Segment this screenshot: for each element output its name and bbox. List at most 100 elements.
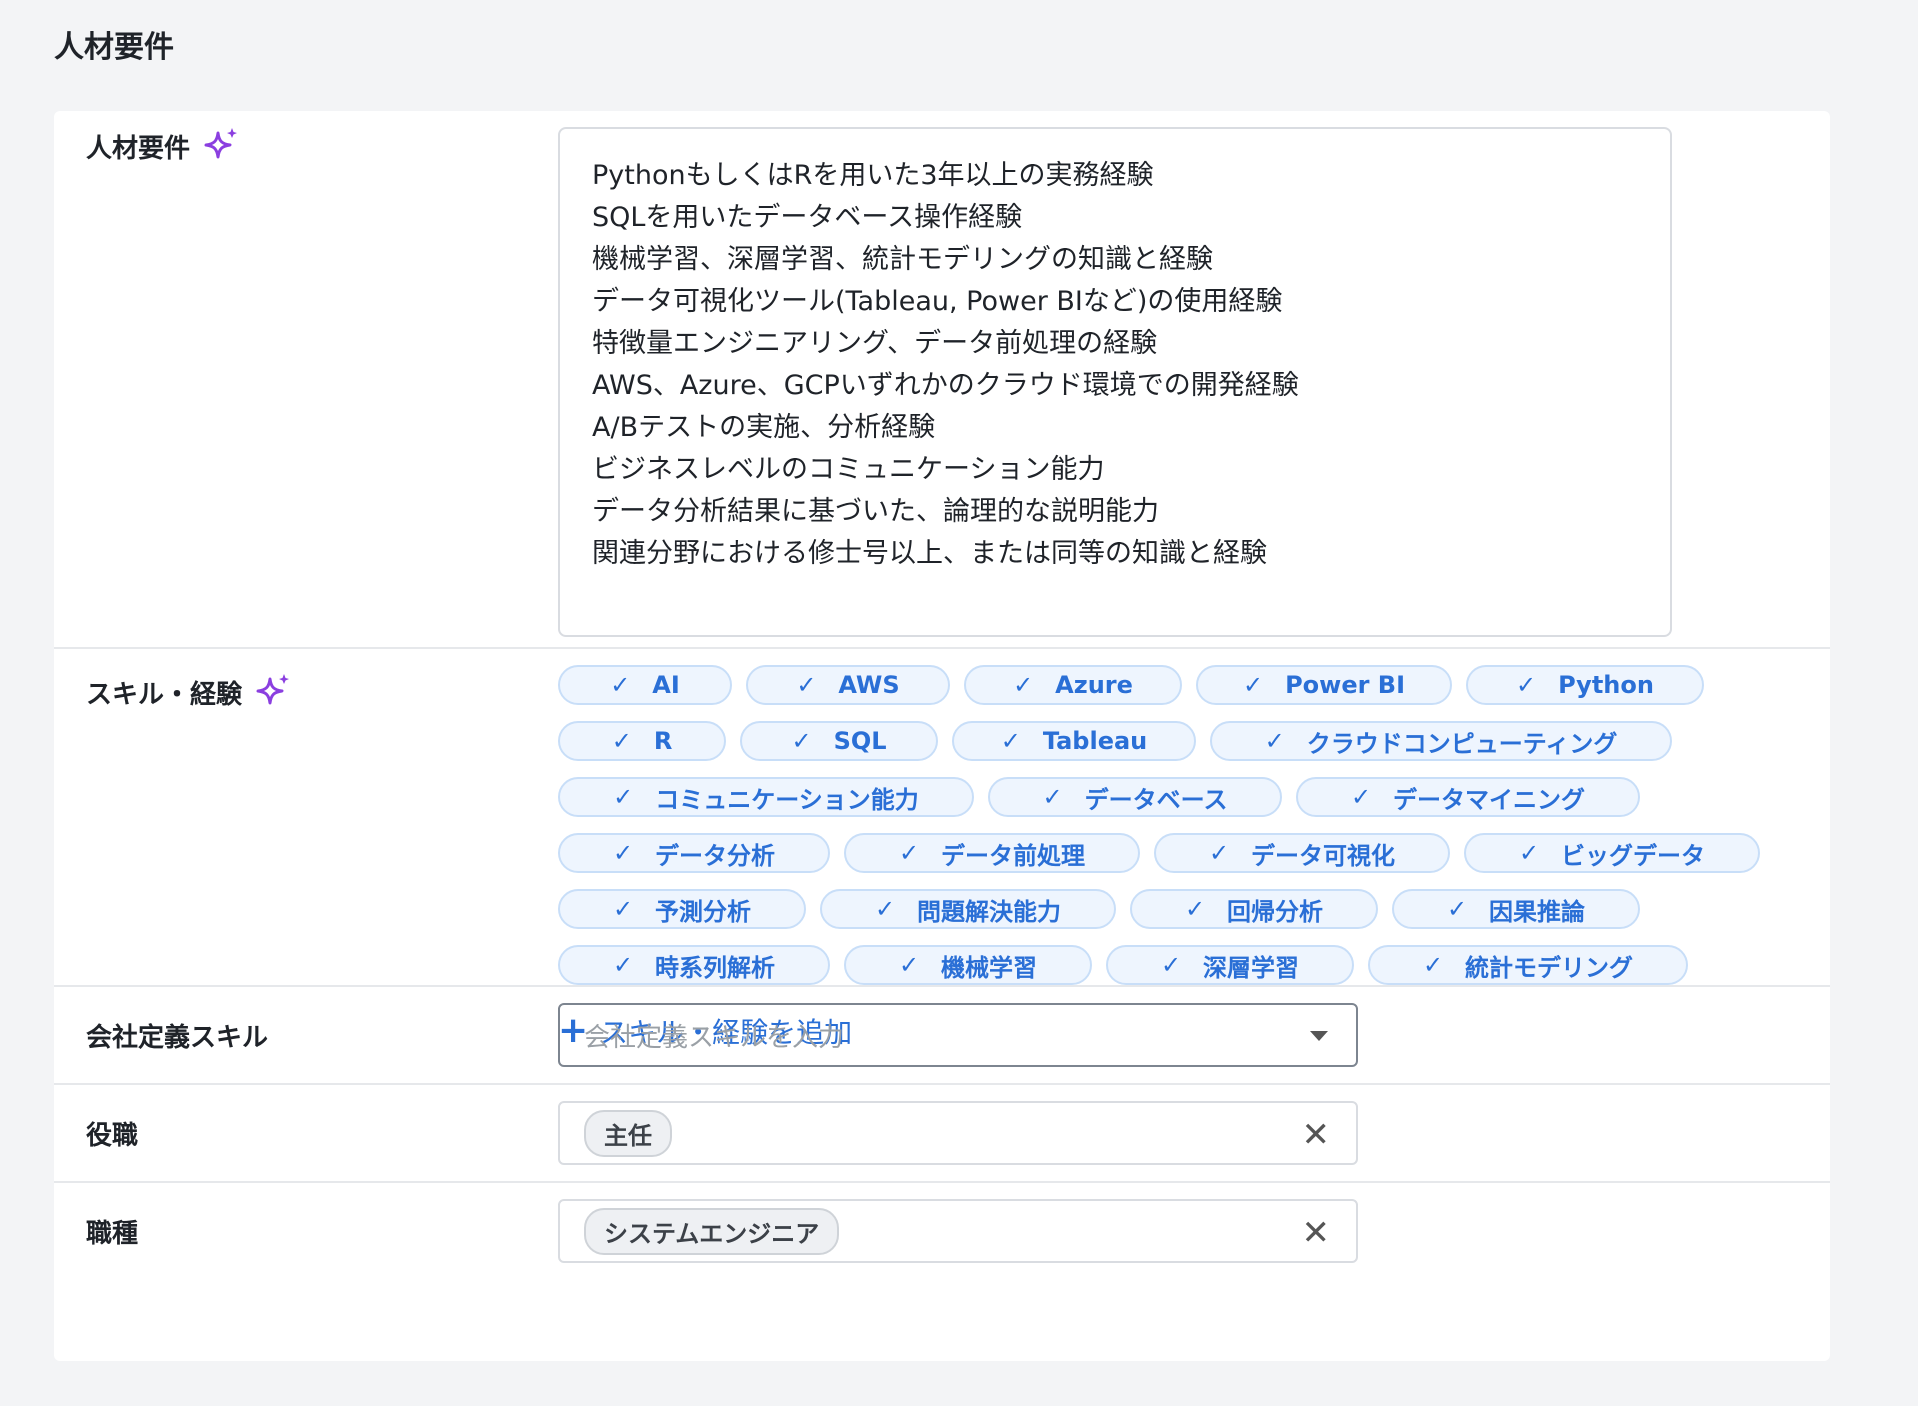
check-icon: ✓ <box>612 951 634 979</box>
skill-chip[interactable]: ✓ データ分析 <box>558 833 830 873</box>
skill-chip-label: 因果推論 <box>1489 897 1586 926</box>
requirement-line: 関連分野における修士号以上、または同等の知識と経験 <box>592 538 1267 569</box>
company-skill-label: 会社定義スキル <box>86 1023 269 1053</box>
job-type-row: 職種 システムエンジニア ✕ <box>54 1183 1830 1279</box>
check-icon: ✓ <box>1422 951 1444 979</box>
check-icon: ✓ <box>1000 727 1021 755</box>
skill-chip-label: 時系列解析 <box>655 953 776 982</box>
skill-chip-label: Azure <box>1055 671 1133 699</box>
skill-chip-label: AWS <box>838 671 900 699</box>
skill-chip-row: ✓ データ分析 ✓ データ前処理 ✓ データ可視化 ✓ ビッグデータ <box>558 833 1798 889</box>
skill-chip[interactable]: ✓ クラウドコンピューティング <box>1210 721 1672 761</box>
skill-chip-row: ✓ AI ✓ AWS ✓ Azure ✓ Power BI ✓ Python <box>558 665 1798 721</box>
check-icon: ✓ <box>1208 839 1230 867</box>
requirements-row: 人材要件 PythonもしくはRを用いた3年以上の実務経験 SQLを用いたデータベ… <box>54 111 1830 649</box>
check-icon: ✓ <box>1242 671 1264 699</box>
check-icon: ✓ <box>1446 895 1468 923</box>
check-icon: ✓ <box>612 839 634 867</box>
skill-chip-label: データ前処理 <box>941 841 1086 870</box>
check-icon: ✓ <box>1518 839 1540 867</box>
skill-chip[interactable]: ✓ ビッグデータ <box>1464 833 1760 873</box>
skill-chip[interactable]: ✓ R <box>558 721 726 761</box>
ai-sparkle-icon[interactable] <box>200 125 242 167</box>
skill-chip-label: R <box>653 727 673 755</box>
skill-chip[interactable]: ✓ Python <box>1466 665 1704 705</box>
position-row: 役職 主任 ✕ <box>54 1085 1830 1183</box>
skill-chip-row: ✓ 予測分析 ✓ 問題解決能力 ✓ 回帰分析 ✓ 因果推論 <box>558 889 1798 945</box>
position-tag: 主任 <box>584 1109 672 1157</box>
skill-chip[interactable]: ✓ AI <box>558 665 732 705</box>
check-icon: ✓ <box>898 839 920 867</box>
check-icon: ✓ <box>1264 727 1285 755</box>
requirements-label: 人材要件 <box>86 133 191 164</box>
check-icon: ✓ <box>610 671 631 699</box>
skill-chip[interactable]: ✓ 時系列解析 <box>558 945 830 985</box>
check-icon: ✓ <box>613 783 634 811</box>
skill-chip[interactable]: ✓ AWS <box>746 665 950 705</box>
skill-chip-label: Power BI <box>1285 671 1406 699</box>
skill-chip[interactable]: ✓ 予測分析 <box>558 889 806 929</box>
skill-chip[interactable]: ✓ Azure <box>964 665 1182 705</box>
requirement-line: 機械学習、深層学習、統計モデリングの知識と経験 <box>592 244 1213 275</box>
skill-chip-label: SQL <box>833 727 887 755</box>
requirements-card: 人材要件 PythonもしくはRを用いた3年以上の実務経験 SQLを用いたデータベ… <box>54 111 1830 1361</box>
page-title: 人材要件 <box>54 30 174 65</box>
skill-chip[interactable]: ✓ SQL <box>740 721 938 761</box>
requirements-textarea[interactable]: PythonもしくはRを用いた3年以上の実務経験 SQLを用いたデータベース操作経… <box>558 127 1672 637</box>
skill-chip-label: Python <box>1558 671 1654 699</box>
skill-chip[interactable]: ✓ 深層学習 <box>1106 945 1354 985</box>
skill-chip-label: 回帰分析 <box>1227 897 1324 926</box>
skill-chip-row: ✓ コミュニケーション能力 ✓ データベース ✓ データマイニング <box>558 777 1798 833</box>
skill-chip-label: 機械学習 <box>941 953 1038 982</box>
check-icon: ✓ <box>1350 783 1372 811</box>
check-icon: ✓ <box>611 727 632 755</box>
skill-chip[interactable]: ✓ 問題解決能力 <box>820 889 1116 929</box>
skill-chip[interactable]: ✓ データマイニング <box>1296 777 1640 817</box>
requirement-line: データ可視化ツール(Tableau, Power BIなど)の使用経験 <box>592 286 1283 317</box>
skill-chip[interactable]: ✓ 因果推論 <box>1392 889 1640 929</box>
skill-chip-label: クラウドコンピューティング <box>1306 729 1618 758</box>
skill-chip-label: 統計モデリング <box>1465 953 1634 982</box>
chevron-down-icon[interactable] <box>1310 1031 1328 1041</box>
check-icon: ✓ <box>898 951 920 979</box>
skill-chip-label: コミュニケーション能力 <box>655 785 919 814</box>
skill-chip[interactable]: ✓ Power BI <box>1196 665 1452 705</box>
check-icon: ✓ <box>1042 783 1063 811</box>
position-select[interactable]: 主任 ✕ <box>558 1101 1358 1165</box>
skill-chip[interactable]: ✓ 回帰分析 <box>1130 889 1378 929</box>
skill-chip[interactable]: ✓ コミュニケーション能力 <box>558 777 974 817</box>
requirement-line: データ分析結果に基づいた、論理的な説明能力 <box>592 496 1159 527</box>
skill-chip-label: AI <box>652 671 680 699</box>
skill-chip-label: ビッグデータ <box>1561 841 1706 870</box>
skills-row: スキル・経験 ✓ AI ✓ AWS ✓ Azure ✓ Power BI ✓ Python ✓ R ✓ S… <box>54 649 1830 1049</box>
skill-chip-row: ✓ R ✓ SQL ✓ Tableau ✓ クラウドコンピューティング <box>558 721 1798 777</box>
skill-chip[interactable]: ✓ データ前処理 <box>844 833 1140 873</box>
skill-chip[interactable]: ✓ データベース <box>988 777 1282 817</box>
skill-chip[interactable]: ✓ 機械学習 <box>844 945 1092 985</box>
skill-chip-label: データ分析 <box>655 841 776 870</box>
skill-chip[interactable]: ✓ データ可視化 <box>1154 833 1450 873</box>
requirement-line: 特徴量エンジニアリング、データ前処理の経験 <box>592 328 1158 359</box>
check-icon: ✓ <box>1160 951 1182 979</box>
skill-chip[interactable]: ✓ 統計モデリング <box>1368 945 1688 985</box>
requirement-line: SQLを用いたデータベース操作経験 <box>592 202 1023 233</box>
position-label: 役職 <box>86 1121 139 1151</box>
check-icon: ✓ <box>1013 671 1034 699</box>
ai-sparkle-icon[interactable] <box>252 671 294 713</box>
check-icon: ✓ <box>796 671 817 699</box>
requirement-line: ビジネスレベルのコミュニケーション能力 <box>592 454 1105 485</box>
company-skill-placeholder: 会社定義スキルを入力 <box>584 1022 845 1053</box>
skill-chip-label: データマイニング <box>1393 785 1586 814</box>
skill-chip-label: Tableau <box>1042 727 1148 755</box>
requirement-line: A/Bテストの実施、分析経験 <box>592 412 936 443</box>
skill-chip-label: 予測分析 <box>655 897 752 926</box>
skill-chip-label: データベース <box>1084 785 1228 814</box>
close-icon[interactable]: ✕ <box>1302 1213 1331 1253</box>
check-icon: ✓ <box>612 895 634 923</box>
company-skill-select[interactable]: 会社定義スキルを入力 <box>558 1003 1358 1067</box>
skill-chip[interactable]: ✓ Tableau <box>952 721 1196 761</box>
close-icon[interactable]: ✕ <box>1302 1115 1331 1155</box>
job-type-select[interactable]: システムエンジニア ✕ <box>558 1199 1358 1263</box>
job-type-label: 職種 <box>86 1219 139 1249</box>
requirement-line: AWS、Azure、GCPいずれかのクラウド環境での開発経験 <box>592 370 1299 401</box>
